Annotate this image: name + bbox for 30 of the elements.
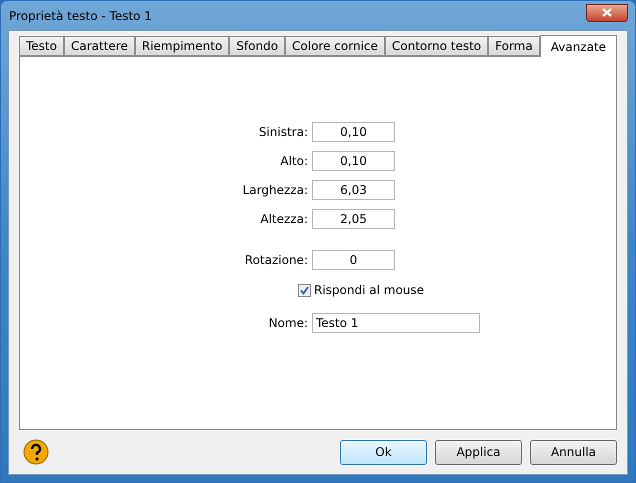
input-field[interactable]: 0,10 bbox=[312, 122, 395, 142]
help-icon[interactable] bbox=[23, 439, 49, 465]
tab[interactable]: Carattere bbox=[64, 36, 135, 56]
checkbox-label: Rispondi al mouse bbox=[314, 282, 424, 299]
input-field[interactable]: 2,05 bbox=[312, 209, 395, 229]
close-icon bbox=[602, 8, 612, 17]
checkbox[interactable] bbox=[298, 284, 311, 296]
input-field[interactable]: 6,03 bbox=[312, 180, 395, 200]
tab[interactable]: Contorno testo bbox=[384, 36, 488, 56]
close-button[interactable] bbox=[586, 4, 628, 22]
tab[interactable]: Forma bbox=[488, 36, 540, 56]
input-field[interactable]: 0,10 bbox=[312, 151, 395, 171]
field-label: Rotazione: bbox=[244, 252, 309, 269]
field-label: Larghezza: bbox=[242, 182, 309, 199]
tab[interactable]: Colore cornice bbox=[285, 36, 385, 56]
input-field[interactable]: Testo 1 bbox=[312, 313, 480, 333]
window-title: Proprietà testo - Testo 1 bbox=[8, 8, 152, 24]
dialog-button[interactable]: Applica bbox=[435, 440, 522, 464]
field-label: Alto: bbox=[279, 153, 309, 170]
tab[interactable]: Sfondo bbox=[229, 36, 286, 56]
check-icon bbox=[300, 286, 309, 294]
tab[interactable]: Riempimento bbox=[134, 36, 230, 56]
field-label: Sinistra: bbox=[258, 124, 309, 141]
tab[interactable]: Avanzate bbox=[540, 35, 618, 57]
dialog-button[interactable]: Annulla bbox=[530, 440, 617, 464]
dialog-button[interactable]: Ok bbox=[340, 440, 427, 464]
field-label: Altezza: bbox=[259, 211, 309, 228]
field-label: Nome: bbox=[268, 315, 309, 332]
input-field[interactable]: 0 bbox=[312, 250, 395, 270]
tab[interactable]: Testo bbox=[19, 36, 64, 56]
